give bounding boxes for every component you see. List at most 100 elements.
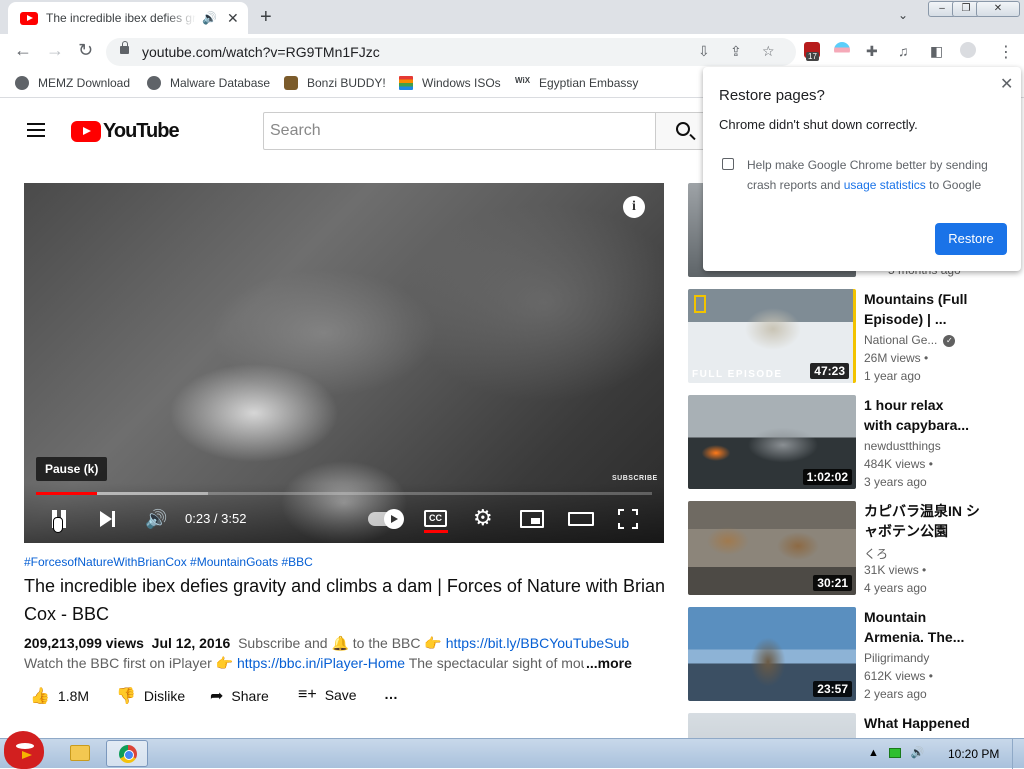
video-title[interactable]: Mountains (Full Episode) | ... [864, 289, 974, 329]
recommendation-item[interactable]: FULL EPISODE 47:23 Mountains (Full Episo… [688, 289, 1024, 384]
share-button[interactable]: ➦ Share [210, 686, 269, 706]
side-panel-icon[interactable]: ◧ [930, 43, 943, 60]
video-title[interactable]: 1 hour relax with capybara... [864, 395, 974, 435]
miniplayer-icon[interactable] [520, 510, 544, 528]
hand-cursor-icon [53, 517, 63, 533]
show-hidden-icons-icon[interactable]: ▲ [868, 747, 879, 759]
volume-icon[interactable]: 🔊 [911, 746, 925, 759]
dislike-label: Dislike [143, 688, 186, 704]
video-thumbnail[interactable]: FULL EPISODE 47:23 [688, 289, 856, 383]
dialog-title: Restore pages? [719, 87, 825, 104]
crash-reports-checkbox[interactable] [722, 158, 734, 170]
volume-icon[interactable]: 🔊 [145, 509, 167, 529]
video-thumbnail[interactable]: 1:02:02 [688, 395, 856, 489]
video-title[interactable]: What Happened [864, 713, 974, 733]
progress-bar[interactable] [36, 492, 652, 495]
save-button[interactable]: ≡+ Save [298, 686, 357, 704]
profile-avatar-icon[interactable] [960, 42, 976, 58]
video-title[interactable]: Mountain Armenia. The... [864, 607, 974, 647]
iplayer-link[interactable]: https://bbc.in/iPlayer-Home [237, 655, 405, 671]
network-icon[interactable] [888, 747, 901, 758]
video-duration: 1:02:02 [802, 469, 852, 485]
file-explorer-icon[interactable] [70, 745, 90, 761]
close-icon[interactable]: ✕ [1000, 74, 1013, 94]
back-arrow-icon[interactable]: ← [14, 40, 32, 61]
video-player[interactable]: i Pause (k) SUBSCRIBE 🔊 0:23 / 3:52 CC ⚙ [24, 183, 664, 543]
bookmark-label: Bonzi BUDDY! [307, 76, 386, 90]
pause-tooltip: Pause (k) [36, 457, 108, 481]
video-duration: 30:21 [813, 575, 852, 591]
browser-tab[interactable]: The incredible ibex defies gravity and c… [8, 2, 248, 34]
show-desktop-button[interactable] [1012, 739, 1024, 769]
recommendation-item[interactable]: What Happened [688, 713, 1024, 738]
install-app-icon[interactable]: ⇩ [698, 43, 710, 60]
close-tab-icon[interactable]: ✕ [227, 10, 239, 27]
clock[interactable]: 10:20 PM [948, 747, 999, 761]
new-tab-button[interactable]: + [260, 6, 272, 29]
subscribe-link[interactable]: https://bit.ly/BBCYouTubeSub [446, 635, 629, 651]
captions-icon[interactable]: CC [424, 510, 447, 527]
youtube-favicon-icon [20, 11, 38, 25]
more-actions-button[interactable]: … [384, 686, 398, 702]
theater-mode-icon[interactable] [568, 512, 594, 526]
close-window-button[interactable]: ✕ [976, 1, 1020, 17]
subscribe-watermark[interactable]: SUBSCRIBE [612, 475, 658, 482]
dislike-button[interactable]: 👎 Dislike [116, 686, 185, 706]
settings-gear-icon[interactable]: ⚙ [473, 507, 493, 529]
view-count: 31K views • [864, 563, 927, 577]
chrome-menu-icon[interactable]: ⋮ [998, 42, 1014, 62]
bookmark-memz[interactable]: MEMZ Download [15, 76, 130, 90]
info-icon[interactable]: i [623, 196, 645, 218]
bookmark-windows-isos[interactable]: Windows ISOs [399, 76, 501, 90]
next-icon[interactable] [98, 509, 116, 529]
speaker-icon[interactable]: 🔊 [202, 11, 217, 25]
autoplay-toggle[interactable] [368, 509, 404, 529]
search-icon [676, 122, 690, 136]
address-bar[interactable]: youtube.com/watch?v=RG9TMn1FJzc ⇩ ⇪ ☆ [106, 38, 796, 66]
hamburger-menu-icon[interactable] [27, 123, 45, 137]
bonzi-icon [284, 76, 298, 90]
fullscreen-icon[interactable] [618, 509, 638, 529]
view-count: 484K views • [864, 457, 933, 471]
video-title[interactable]: カピバラ温泉IN シャボテン公園 [864, 501, 984, 541]
bookmark-egyptian-embassy[interactable]: WiX Egyptian Embassy [515, 76, 638, 90]
captions-active-indicator [424, 530, 448, 533]
save-label: Save [324, 687, 357, 703]
extensions-puzzle-icon[interactable]: ✚ [866, 43, 878, 60]
video-thumbnail[interactable]: 23:57 [688, 607, 856, 701]
description-line-1[interactable]: 209,213,099 views Jul 12, 2016 Subscribe… [24, 635, 629, 652]
video-hashtags[interactable]: #ForcesofNatureWithBrianCox #MountainGoa… [24, 555, 313, 569]
tab-search-chevron-icon[interactable]: ⌄ [898, 8, 908, 22]
recommendation-item[interactable]: 1:02:02 1 hour relax with capybara... ne… [688, 395, 1024, 490]
show-more-button[interactable]: ...more [586, 655, 632, 671]
video-thumbnail[interactable] [688, 713, 856, 738]
share-icon[interactable]: ⇪ [730, 43, 742, 60]
bookmark-malware-database[interactable]: Malware Database [147, 76, 270, 90]
globe-icon [147, 76, 161, 90]
forward-arrow-icon[interactable]: → [46, 40, 64, 61]
bookmark-bonzi-buddy[interactable]: Bonzi BUDDY! [284, 76, 386, 90]
reload-icon[interactable]: ↻ [78, 40, 93, 61]
start-button-angry-bird-icon[interactable] [4, 731, 44, 769]
full-episode-badge: FULL EPISODE [692, 369, 783, 380]
bookmark-star-icon[interactable]: ☆ [762, 43, 775, 60]
youtube-logo[interactable]: YouTube [71, 120, 180, 143]
recommendation-item[interactable]: 23:57 Mountain Armenia. The... Piligrima… [688, 607, 1024, 702]
channel-name[interactable]: newdustthings [864, 439, 941, 453]
usage-statistics-link[interactable]: usage statistics [844, 178, 926, 192]
media-controls-icon[interactable]: ♫ [898, 43, 909, 59]
like-button[interactable]: 👍 1.8M [30, 686, 89, 706]
channel-name[interactable]: Piligrimandy [864, 651, 929, 665]
lock-icon[interactable] [120, 41, 129, 54]
channel-name[interactable]: くろ [864, 545, 888, 562]
chrome-taskbar-button[interactable] [106, 740, 148, 767]
search-input[interactable]: Search [263, 112, 656, 150]
restore-button[interactable]: Restore [935, 223, 1007, 255]
pride-extension-icon[interactable] [834, 42, 850, 58]
description-line-2[interactable]: Watch the BBC first on iPlayer 👉 https:/… [24, 655, 584, 672]
video-thumbnail[interactable]: 30:21 [688, 501, 856, 595]
ublock-extension-icon[interactable]: 17 [804, 42, 820, 61]
recommendation-item[interactable]: 30:21 カピバラ温泉IN シャボテン公園 くろ 31K views • 4 … [688, 501, 1024, 596]
channel-name[interactable]: National Ge... ✓ [864, 333, 956, 347]
url-text[interactable]: youtube.com/watch?v=RG9TMn1FJzc [142, 44, 380, 60]
